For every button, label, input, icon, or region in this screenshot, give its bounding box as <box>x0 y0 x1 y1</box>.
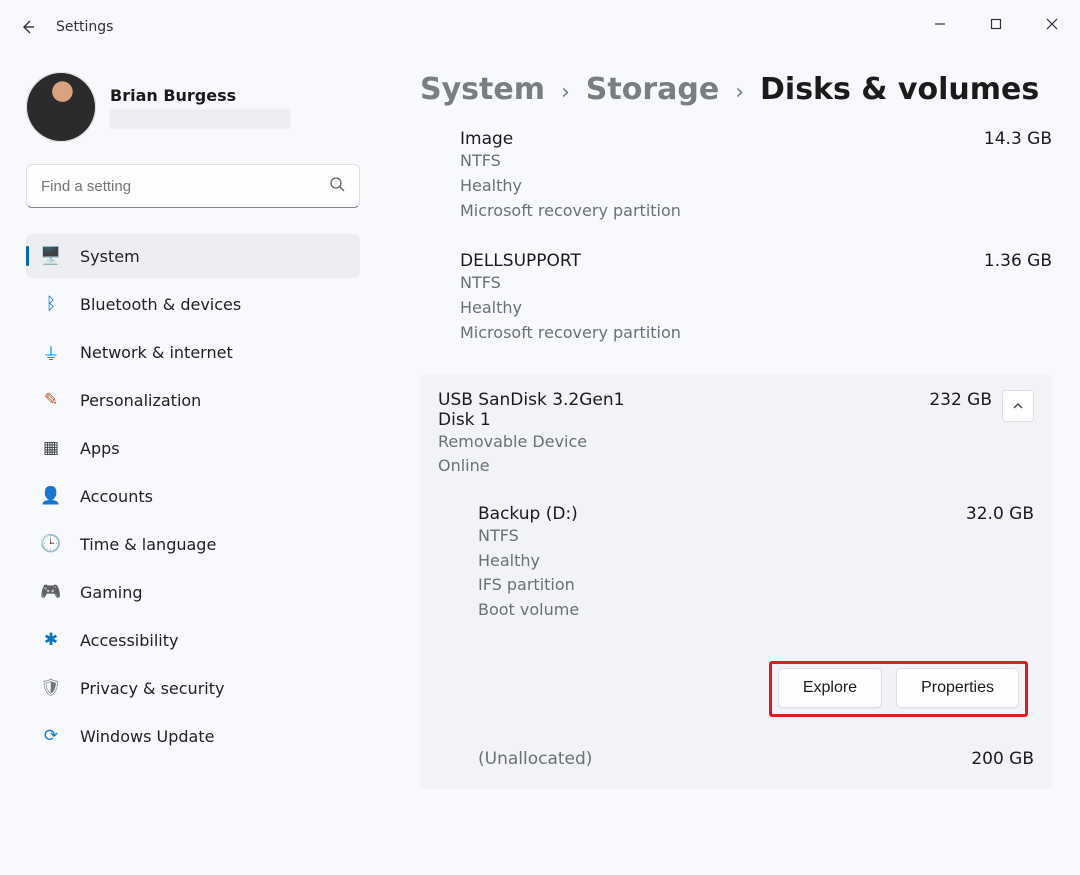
sidebar-item-label: Apps <box>80 439 120 458</box>
sidebar-item-label: Accessibility <box>80 631 178 650</box>
sidebar-item-gaming[interactable]: 🎮 Gaming <box>26 570 360 614</box>
volume-backup[interactable]: Backup (D:) NTFS Healthy IFS partition B… <box>438 478 1034 731</box>
partition-detail: NTFS <box>460 149 681 174</box>
sidebar-item-accounts-icon: 👤 <box>40 485 62 507</box>
sidebar-item-privacy[interactable]: 🛡 Privacy & security <box>26 666 360 710</box>
nav: 🖥️ System ᛒ Bluetooth & devices ⏚ Network & i… <box>26 234 360 758</box>
sidebar-item-system[interactable]: 🖥️ System <box>26 234 360 278</box>
sidebar-item-label: Personalization <box>80 391 201 410</box>
sidebar-item-network-icon: ⏚ <box>40 341 62 363</box>
sidebar-item-network[interactable]: ⏚ Network & internet <box>26 330 360 374</box>
disk-detail: Removable Device <box>438 430 917 454</box>
search-icon <box>329 176 345 196</box>
sidebar-item-update-icon: ⟳ <box>40 725 62 747</box>
disk-detail: Online <box>438 454 917 478</box>
sidebar-item-label: System <box>80 247 140 266</box>
sidebar-item-apps-icon: ▦ <box>40 437 62 459</box>
sidebar-item-label: Accounts <box>80 487 153 506</box>
titlebar: Settings <box>0 0 1080 54</box>
partition-detail: Microsoft recovery partition <box>460 199 681 224</box>
sidebar-item-accessibility[interactable]: ✱ Accessibility <box>26 618 360 662</box>
sidebar-item-time[interactable]: 🕒 Time & language <box>26 522 360 566</box>
avatar <box>26 72 96 142</box>
close-icon <box>1046 18 1058 30</box>
explore-button[interactable]: Explore <box>778 668 882 708</box>
maximize-button[interactable] <box>968 0 1024 48</box>
back-button[interactable] <box>8 7 48 47</box>
partition-detail: Healthy <box>460 296 681 321</box>
chevron-up-icon <box>1012 400 1024 412</box>
close-button[interactable] <box>1024 0 1080 48</box>
partition-detail: NTFS <box>460 271 681 296</box>
sidebar-item-time-icon: 🕒 <box>40 533 62 555</box>
breadcrumb-system[interactable]: System <box>420 72 545 107</box>
sidebar-item-label: Gaming <box>80 583 143 602</box>
breadcrumb: System › Storage › Disks & volumes <box>420 72 1052 107</box>
volume-title: Backup (D:) <box>478 504 579 524</box>
user-email-redacted <box>110 109 290 129</box>
sidebar-item-accounts[interactable]: 👤 Accounts <box>26 474 360 518</box>
properties-button[interactable]: Properties <box>896 668 1019 708</box>
user-block[interactable]: Brian Burgess <box>26 72 360 142</box>
sidebar-item-label: Privacy & security <box>80 679 224 698</box>
sidebar-item-personalization[interactable]: ✎ Personalization <box>26 378 360 422</box>
volume-detail: Healthy <box>478 549 579 574</box>
sidebar-item-bluetooth[interactable]: ᛒ Bluetooth & devices <box>26 282 360 326</box>
sidebar-item-privacy-icon: 🛡 <box>40 677 62 699</box>
partition-size: 1.36 GB <box>984 251 1052 271</box>
partition-detail: Microsoft recovery partition <box>460 321 681 346</box>
sidebar-item-accessibility-icon: ✱ <box>40 629 62 651</box>
sidebar: Brian Burgess 🖥️ System ᛒ Bluetooth & devic… <box>0 54 380 875</box>
minimize-icon <box>934 18 946 30</box>
volume-detail: Boot volume <box>478 598 579 623</box>
window-controls <box>912 0 1080 48</box>
unallocated-row[interactable]: (Unallocated) 200 GB <box>438 731 1034 769</box>
sidebar-item-label: Bluetooth & devices <box>80 295 241 314</box>
collapse-button[interactable] <box>1002 390 1034 422</box>
maximize-icon <box>990 18 1002 30</box>
sidebar-item-label: Network & internet <box>80 343 233 362</box>
search-input[interactable] <box>41 178 329 195</box>
volume-detail: IFS partition <box>478 573 579 598</box>
partition-title: DELLSUPPORT <box>460 251 681 271</box>
sidebar-item-update[interactable]: ⟳ Windows Update <box>26 714 360 758</box>
volume-size: 32.0 GB <box>966 504 1034 524</box>
sidebar-item-label: Windows Update <box>80 727 214 746</box>
chevron-right-icon: › <box>561 80 570 105</box>
sidebar-item-personalization-icon: ✎ <box>40 389 62 411</box>
sidebar-item-label: Time & language <box>80 535 216 554</box>
sidebar-item-apps[interactable]: ▦ Apps <box>26 426 360 470</box>
partition-title: Image <box>460 129 681 149</box>
unallocated-size: 200 GB <box>971 749 1034 769</box>
arrow-left-icon <box>20 19 36 35</box>
main-content: System › Storage › Disks & volumes Image… <box>380 54 1080 875</box>
disk-size: 232 GB <box>929 390 992 410</box>
highlight-annotation: Explore Properties <box>769 661 1028 717</box>
sidebar-item-system-icon: 🖥️ <box>40 245 62 267</box>
breadcrumb-storage[interactable]: Storage <box>586 72 719 107</box>
disk-id: Disk 1 <box>438 410 917 430</box>
volume-detail: NTFS <box>478 524 579 549</box>
partition-image[interactable]: Image NTFS Healthy Microsoft recovery pa… <box>420 129 1052 223</box>
partition-size: 14.3 GB <box>984 129 1052 149</box>
user-name: Brian Burgess <box>110 86 290 105</box>
breadcrumb-current: Disks & volumes <box>760 72 1039 107</box>
sidebar-item-bluetooth-icon: ᛒ <box>40 293 62 315</box>
chevron-right-icon: › <box>735 80 744 105</box>
sidebar-item-gaming-icon: 🎮 <box>40 581 62 603</box>
partition-detail: Healthy <box>460 174 681 199</box>
disk-card: USB SanDisk 3.2Gen1 Disk 1 Removable Dev… <box>420 374 1052 789</box>
search-box[interactable] <box>26 164 360 208</box>
unallocated-label: (Unallocated) <box>478 749 592 769</box>
disk-name: USB SanDisk 3.2Gen1 <box>438 390 917 410</box>
minimize-button[interactable] <box>912 0 968 48</box>
app-title: Settings <box>56 19 113 35</box>
partition-dellsupport[interactable]: DELLSUPPORT NTFS Healthy Microsoft recov… <box>420 251 1052 345</box>
